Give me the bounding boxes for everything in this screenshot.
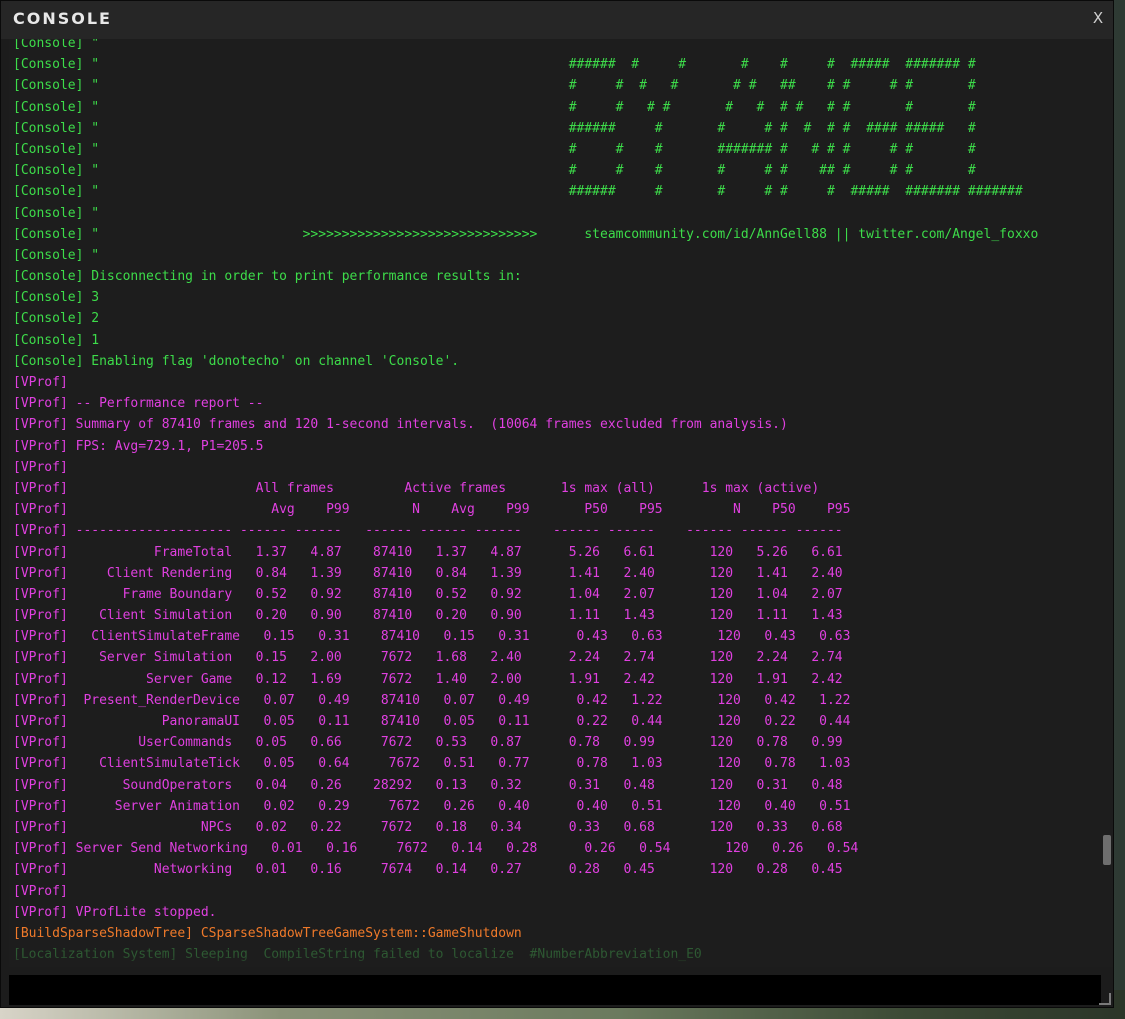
- log-line-vprof: [VProf] FPS: Avg=729.1, P1=205.5: [13, 438, 264, 454]
- log-line-console: [Console] Disconnecting in order to prin…: [13, 269, 522, 285]
- log-line-vprof: [VProf] Frame Boundary 0.52 0.92 87410 0…: [13, 586, 843, 602]
- log-line-console: [Console] " ###### # # # # # ##### #####…: [13, 184, 1023, 200]
- log-line-vprof: [VProf] ClientSimulateFrame 0.15 0.31 87…: [13, 629, 851, 645]
- log-fade: [9, 955, 1101, 967]
- log-line-vprof: [VProf] Avg P99 N Avg P99 P50 P95 N P50 …: [13, 502, 851, 518]
- log-line-build: [BuildSparseShadowTree] CSparseShadowTre…: [13, 925, 522, 941]
- log-line-console: [Console] ": [13, 205, 100, 221]
- log-line-console: [Console] 1: [13, 332, 100, 348]
- log-line-vprof: [VProf] Present_RenderDevice 0.07 0.49 8…: [13, 692, 851, 708]
- log-line-vprof: [VProf]: [13, 375, 68, 390]
- log-line-vprof: [VProf] ClientSimulateTick 0.05 0.64 767…: [13, 756, 851, 772]
- log-line-vprof: [VProf] -------------------- ------ ----…: [13, 523, 843, 539]
- console-title: CONSOLE: [13, 9, 112, 28]
- console-scrollbar[interactable]: [1101, 39, 1113, 967]
- log-line-console: [Console] Enabling flag 'donotecho' on c…: [13, 353, 460, 369]
- console-log-lines: [Console] " [Console] " ###### # # # # # …: [13, 39, 1038, 965]
- log-line-vprof: [VProf] Summary of 87410 frames and 120 …: [13, 417, 788, 433]
- log-line-console: [Console] 3: [13, 290, 100, 306]
- console-titlebar[interactable]: CONSOLE X: [1, 1, 1113, 39]
- log-line-console: [Console] 2: [13, 311, 100, 327]
- log-line-vprof: [VProf] VProfLite stopped.: [13, 904, 217, 920]
- resize-grip[interactable]: [1099, 993, 1111, 1005]
- log-line-vprof: [VProf] Server Game 0.12 1.69 7672 1.40 …: [13, 671, 843, 687]
- console-log[interactable]: [Console] " [Console] " ###### # # # # # …: [9, 39, 1101, 967]
- close-button[interactable]: X: [1091, 9, 1105, 29]
- log-line-console: [Console] " ###### # # # # # # # #### ##…: [13, 120, 976, 136]
- log-line-vprof: [VProf] UserCommands 0.05 0.66 7672 0.53…: [13, 735, 843, 751]
- console-window: CONSOLE X [Console] " [Console] " ###### …: [0, 0, 1114, 1008]
- log-line-vprof: [VProf] SoundOperators 0.04 0.26 28292 0…: [13, 777, 843, 793]
- log-line-console: [Console] " # # # # # # # # # # # #: [13, 99, 976, 115]
- log-line-vprof: [VProf] All frames Active frames 1s max …: [13, 480, 820, 496]
- log-line-console: [Console] ": [13, 247, 100, 263]
- log-line-vprof: [VProf] -- Performance report --: [13, 396, 264, 412]
- console-input[interactable]: [9, 975, 1101, 1005]
- log-line-console: [Console] " ###### # # # # # ##### #####…: [13, 57, 976, 73]
- log-line-vprof: [VProf] Client Simulation 0.20 0.90 8741…: [13, 608, 843, 624]
- log-line-vprof: [VProf] Server Animation 0.02 0.29 7672 …: [13, 798, 851, 814]
- log-line-vprof: [VProf] FrameTotal 1.37 4.87 87410 1.37 …: [13, 544, 843, 560]
- log-line-console: [Console] " # # # ####### # # # # # # #: [13, 141, 976, 157]
- log-line-vprof: [VProf] NPCs 0.02 0.22 7672 0.18 0.34 0.…: [13, 819, 843, 835]
- log-line-vprof: [VProf] Networking 0.01 0.16 7674 0.14 0…: [13, 862, 843, 878]
- log-line-vprof: [VProf] Server Simulation 0.15 2.00 7672…: [13, 650, 843, 666]
- log-line-console: [Console] ": [13, 39, 100, 51]
- log-line-console: [Console] " # # # # # # ## # # # # #: [13, 78, 976, 94]
- log-line-vprof: [VProf] Server Send Networking 0.01 0.16…: [13, 841, 859, 857]
- console-input-row: [9, 975, 1101, 1005]
- scrollbar-thumb[interactable]: [1103, 835, 1111, 865]
- log-line-vprof: [VProf]: [13, 459, 68, 475]
- log-line-console: [Console] " >>>>>>>>>>>>>>>>>>>>>>>>>>>>…: [13, 226, 1039, 242]
- log-line-vprof: [VProf]: [13, 883, 68, 899]
- log-line-vprof: [VProf] PanoramaUI 0.05 0.11 87410 0.05 …: [13, 714, 851, 729]
- log-line-vprof: [VProf] Client Rendering 0.84 1.39 87410…: [13, 565, 843, 581]
- log-line-console: [Console] " # # # # # # ## # # # #: [13, 163, 976, 179]
